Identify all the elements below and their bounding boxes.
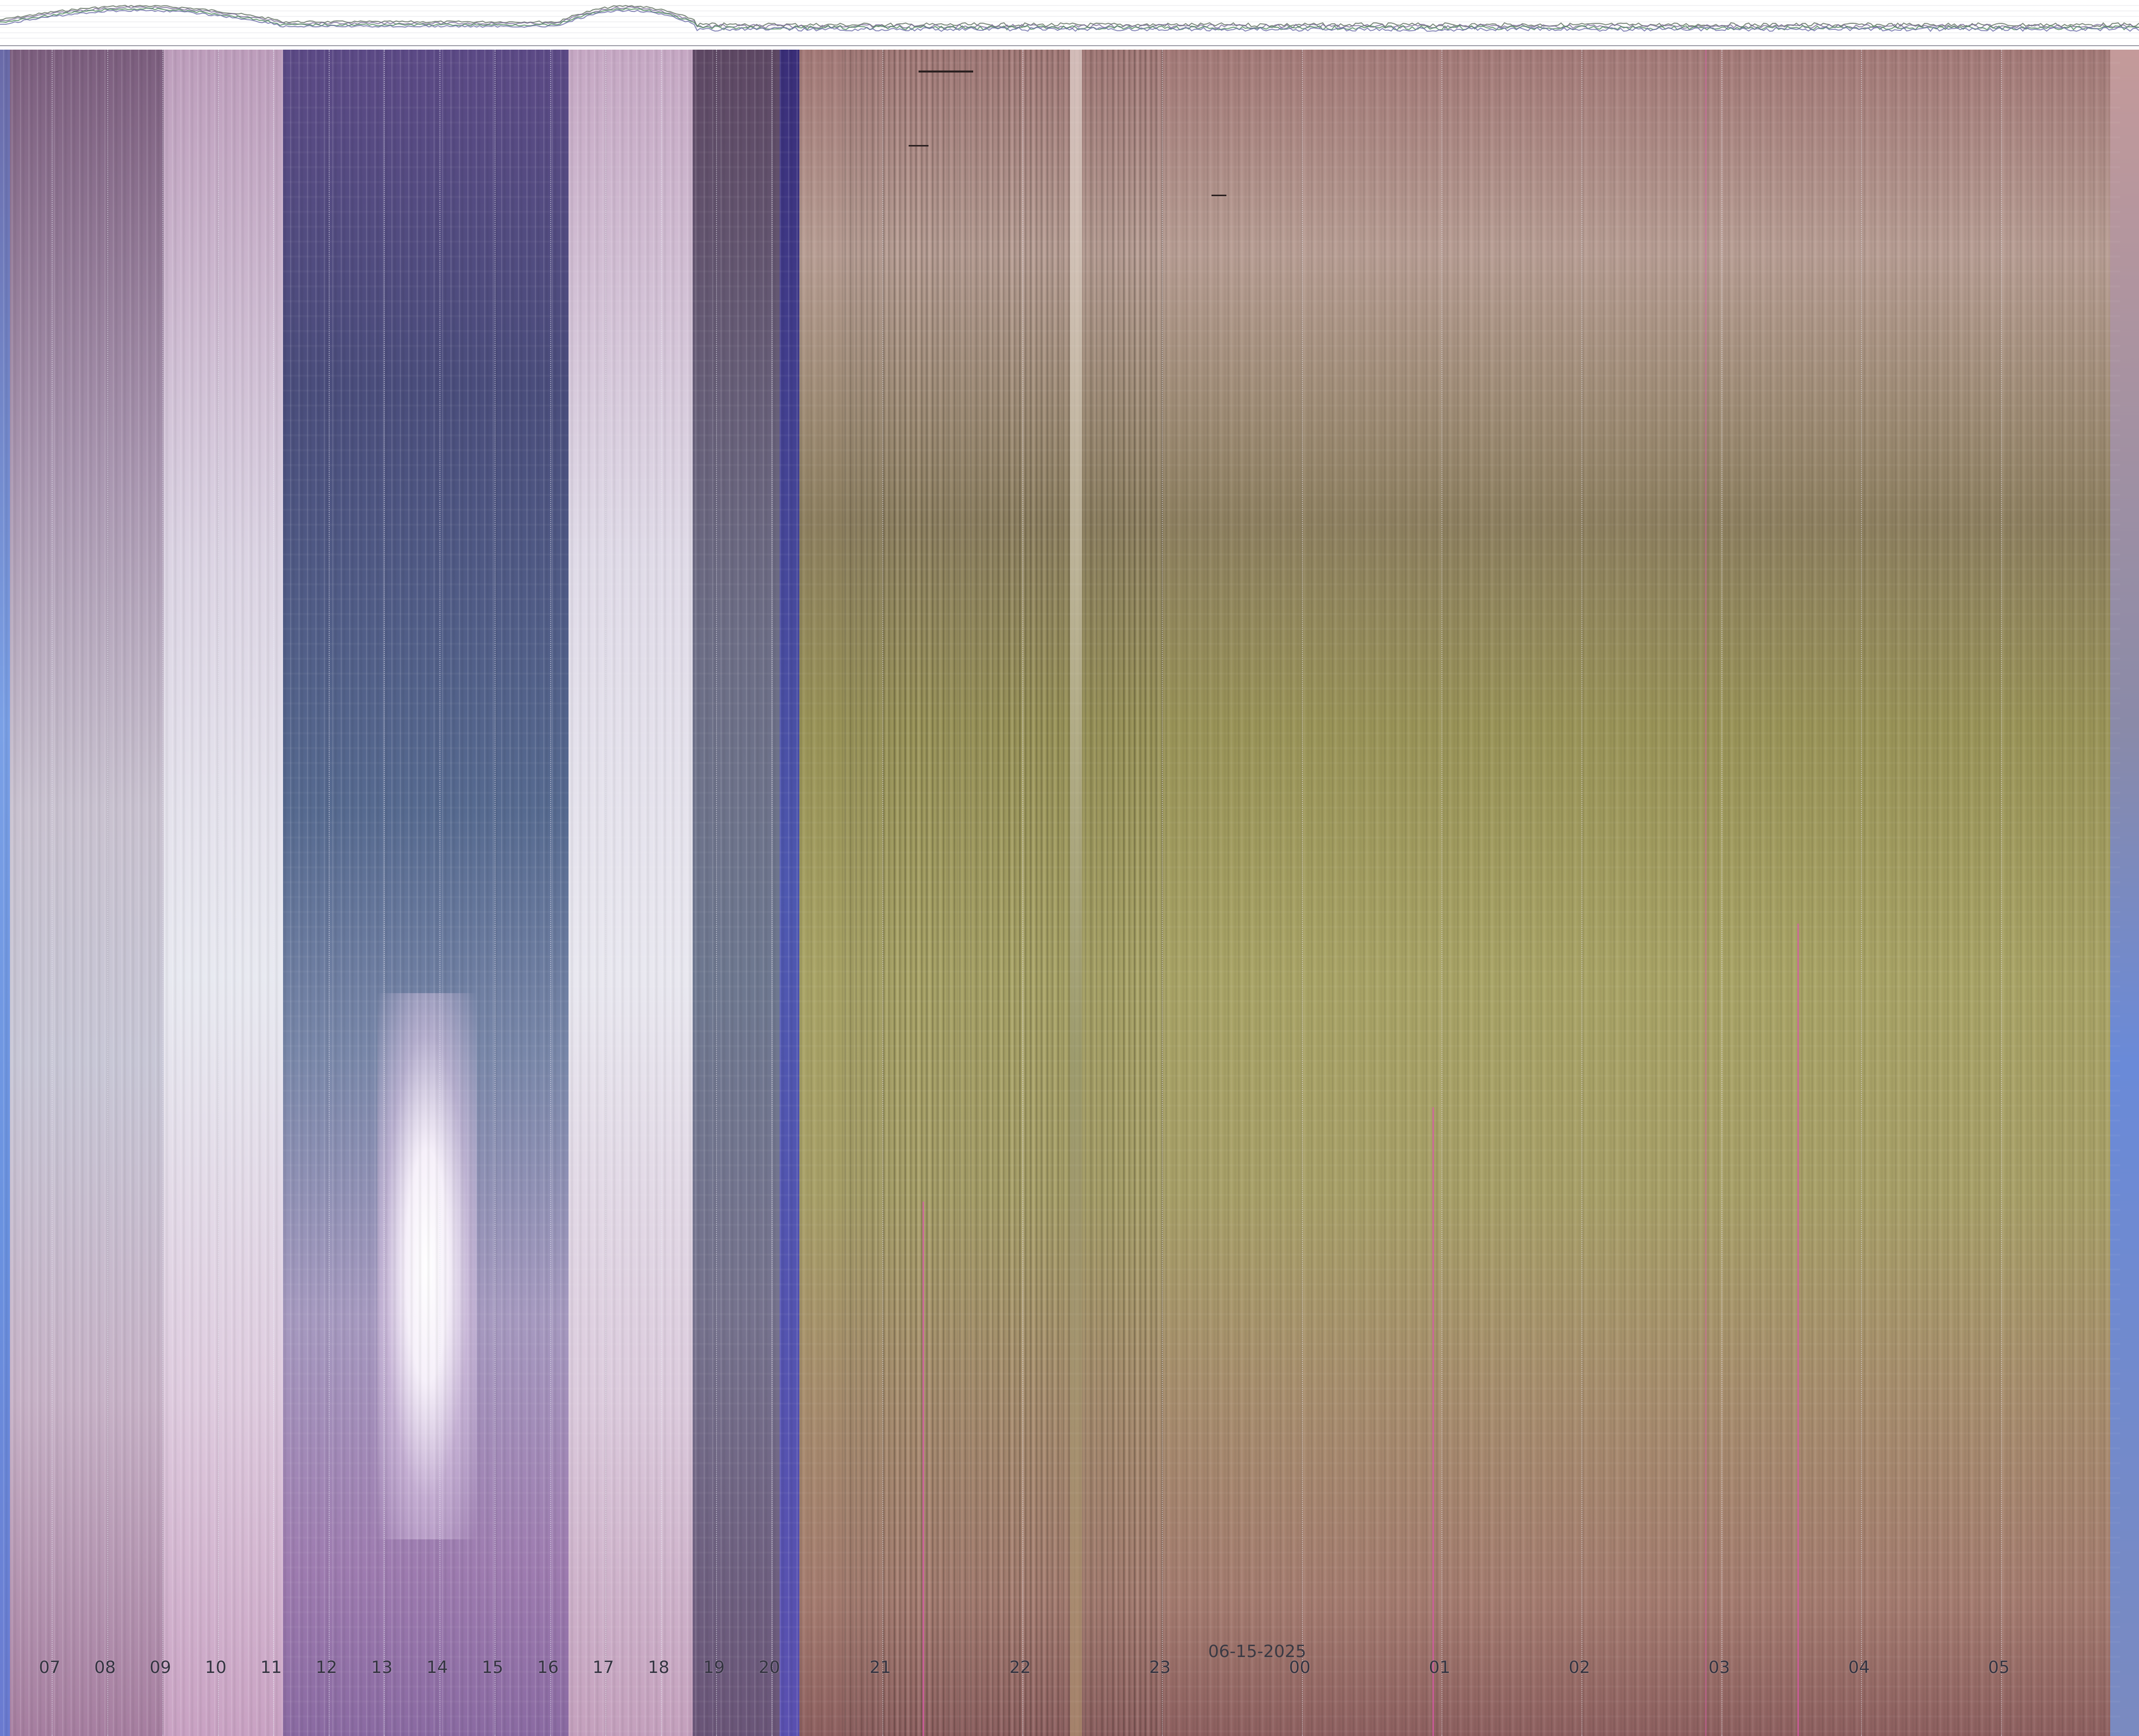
hour-gridline [2000,50,2002,1736]
hour-gridline [52,50,53,1736]
hour-label: 03 [1708,1658,1730,1677]
hour-label: 15 [482,1658,503,1677]
dark-artifact [919,71,973,72]
hour-gridline [1861,50,1862,1736]
hour-label: 21 [869,1658,891,1677]
hour-label: 05 [1988,1658,2010,1677]
hour-gridline [1162,50,1163,1736]
hour-gridline [1581,50,1582,1736]
horizontal-banding [283,50,2120,1736]
hour-gridline [328,50,330,1736]
dark-artifact [1212,195,1226,196]
hour-label: 23 [1149,1658,1171,1677]
dark-artifact [909,145,928,146]
sparkline-chart [0,4,2139,46]
hour-gridline [550,50,551,1736]
pink-streak [1705,50,1707,1736]
hour-label: 07 [39,1658,61,1677]
hour-label: 12 [315,1658,338,1677]
sparkline-series [0,9,2139,32]
hour-gridline [1022,50,1023,1736]
hour-gridline [384,50,385,1736]
hour-label: 08 [94,1658,116,1677]
pink-streak [1797,924,1799,1736]
hour-gridline [273,50,274,1736]
hour-label: 22 [1009,1658,1031,1677]
hour-gridline [1441,50,1443,1736]
hour-gridline [439,50,440,1736]
pink-streak [1432,1107,1434,1736]
hour-gridline [217,50,219,1736]
hour-label: 19 [703,1658,725,1677]
hour-gridline [1721,50,1722,1736]
hour-label: 18 [647,1658,670,1677]
hour-gridline [882,50,883,1736]
hour-label: 20 [758,1658,781,1677]
keogram-image [0,50,2139,1736]
hour-label: 14 [426,1658,448,1677]
hour-label: 01 [1428,1658,1451,1677]
hour-label: 16 [537,1658,559,1677]
sparkline-series [0,7,2139,31]
date-label: 06-15-2025 [1208,1642,1306,1662]
hour-label: 10 [205,1658,227,1677]
hour-gridline [605,50,606,1736]
hour-gridline [716,50,717,1736]
pink-streak [923,1202,924,1736]
hour-label: 02 [1569,1658,1590,1677]
hour-gridline [660,50,662,1736]
hour-label: 17 [592,1658,614,1677]
hour-gridline [1301,50,1303,1736]
hour-label: 13 [371,1658,393,1677]
hour-gridline [162,50,163,1736]
sparkline-series [0,4,2139,28]
hour-label: 04 [1848,1658,1870,1677]
hour-gridline [495,50,496,1736]
hour-label: 11 [260,1658,282,1677]
hour-gridline [771,50,773,1736]
sensor-sparkline-strip [0,0,2139,47]
hour-gridline [107,50,108,1736]
hour-label: 09 [149,1658,171,1677]
